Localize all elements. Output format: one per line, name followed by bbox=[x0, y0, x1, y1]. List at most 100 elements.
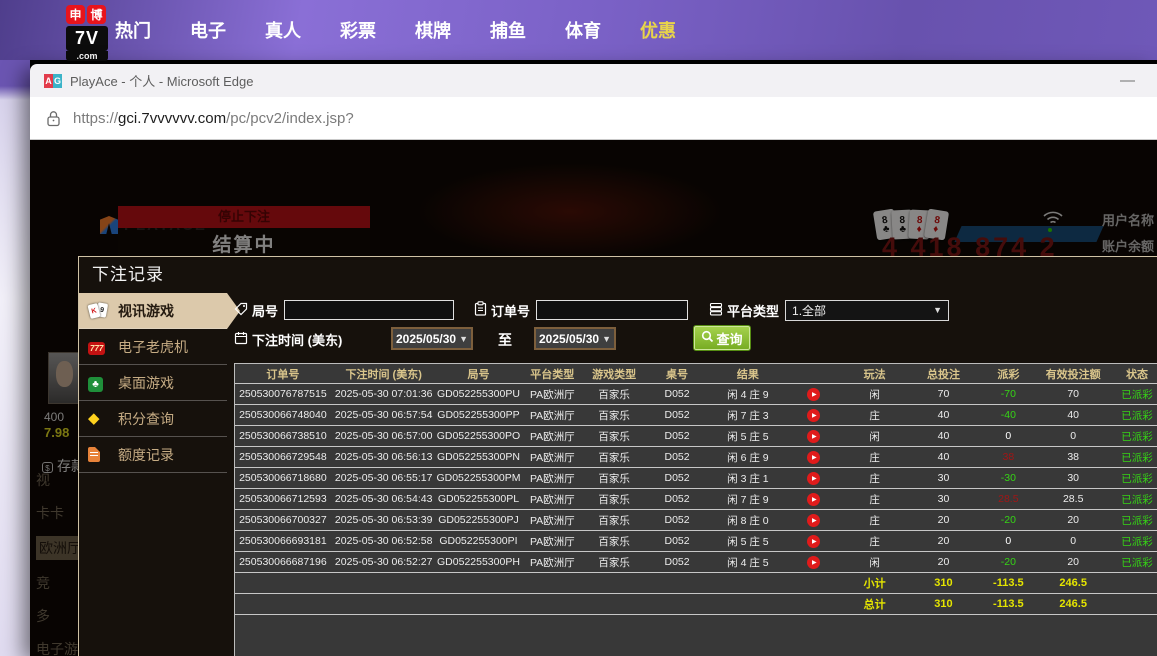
cell: PA欧洲厅 bbox=[520, 447, 584, 467]
cell bbox=[1109, 594, 1157, 614]
cell: 百家乐 bbox=[584, 510, 644, 530]
round-number-input[interactable] bbox=[284, 300, 454, 320]
cell-valid-bet: 30 bbox=[1037, 468, 1109, 488]
cell: GD052255300PH bbox=[437, 552, 521, 572]
cell-total-bet: 30 bbox=[908, 468, 980, 488]
replay-button[interactable]: ▶ bbox=[807, 472, 820, 485]
table-row: 2505300767875152025-05-30 07:01:36GD0522… bbox=[235, 384, 1157, 405]
replay-button[interactable]: ▶ bbox=[807, 388, 820, 401]
total-row-label: 总计 bbox=[842, 594, 908, 614]
cell: 闲 7 庄 9 bbox=[710, 489, 786, 509]
col-header-12: 状态 bbox=[1109, 364, 1157, 383]
cell-payout: -70 bbox=[979, 384, 1037, 404]
cell: 闲 5 庄 5 bbox=[710, 426, 786, 446]
cell: 2025-05-30 06:54:43 bbox=[331, 489, 437, 509]
cell bbox=[235, 573, 331, 593]
nav-item-live[interactable]: 真人 bbox=[265, 17, 301, 43]
cell-play: 闲 bbox=[842, 552, 908, 572]
window-titlebar[interactable]: A G PlayAce - 个人 - Microsoft Edge — bbox=[30, 64, 1157, 97]
cell: GD052255300PO bbox=[437, 426, 521, 446]
modal-tab-list: K9视讯游戏777电子老虎机♣桌面游戏◆积分查询额度记录 bbox=[79, 293, 227, 473]
cell-total-bet: 40 bbox=[908, 426, 980, 446]
cell: 250530066718680 bbox=[235, 468, 331, 488]
cell-payout: -30 bbox=[979, 468, 1037, 488]
cell-replay: ▶ bbox=[786, 489, 842, 509]
site-logo[interactable]: 申 博 7V .com bbox=[66, 5, 112, 61]
cell-total-bet: 70 bbox=[908, 384, 980, 404]
replay-button[interactable]: ▶ bbox=[807, 409, 820, 422]
tab-slot-machine[interactable]: 777电子老虎机 bbox=[79, 329, 227, 365]
status-badge: 已派彩 bbox=[1109, 405, 1157, 425]
to-label: 至 bbox=[498, 330, 512, 350]
cell-total-bet: 20 bbox=[908, 552, 980, 572]
table-row: 2505300667125932025-05-30 06:54:43GD0522… bbox=[235, 489, 1157, 510]
col-header-4: 游戏类型 bbox=[584, 364, 644, 383]
tab-label: 桌面游戏 bbox=[118, 373, 174, 393]
col-header-5: 桌号 bbox=[644, 364, 710, 383]
cell-play: 庄 bbox=[842, 489, 908, 509]
cell: 百家乐 bbox=[584, 468, 644, 488]
cell bbox=[437, 594, 521, 614]
cell bbox=[584, 594, 644, 614]
replay-button[interactable]: ▶ bbox=[807, 451, 820, 464]
replay-button[interactable]: ▶ bbox=[807, 535, 820, 548]
cell-play: 庄 bbox=[842, 405, 908, 425]
cell: 2025-05-30 06:52:58 bbox=[331, 531, 437, 551]
cell: 百家乐 bbox=[584, 384, 644, 404]
table-header-row: 订单号下注时间 (美东)局号平台类型游戏类型桌号结果玩法总投注派彩有效投注额状态 bbox=[235, 364, 1157, 384]
cell: 250530066738510 bbox=[235, 426, 331, 446]
cell-play: 庄 bbox=[842, 468, 908, 488]
cell-replay: ▶ bbox=[786, 384, 842, 404]
nav-item-sports[interactable]: 体育 bbox=[565, 17, 601, 43]
cell: GD052255300PM bbox=[437, 468, 521, 488]
url-text[interactable]: https://gci.7vvvvvv.com/pc/pcv2/index.js… bbox=[73, 110, 354, 127]
nav-item-electronic[interactable]: 电子 bbox=[190, 17, 226, 43]
platform-type-select[interactable]: 1.全部 ▼ bbox=[785, 300, 949, 321]
tab-label: 额度记录 bbox=[118, 445, 174, 465]
tab-points-query[interactable]: ◆积分查询 bbox=[79, 401, 227, 437]
desktop-background-strip bbox=[0, 60, 30, 656]
cell bbox=[710, 594, 786, 614]
table-row: 2505300667480402025-05-30 06:57:54GD0522… bbox=[235, 405, 1157, 426]
status-badge: 已派彩 bbox=[1109, 510, 1157, 530]
replay-button[interactable]: ▶ bbox=[807, 430, 820, 443]
nav-item-hot[interactable]: 热门 bbox=[115, 17, 151, 43]
chevron-down-icon: ▼ bbox=[933, 305, 942, 315]
replay-button[interactable]: ▶ bbox=[807, 493, 820, 506]
cell bbox=[235, 594, 331, 614]
replay-button[interactable]: ▶ bbox=[807, 514, 820, 527]
nav-item-board[interactable]: 棋牌 bbox=[415, 17, 451, 43]
subtotal-row-valid-bet: 246.5 bbox=[1037, 573, 1109, 593]
cell: 百家乐 bbox=[584, 552, 644, 572]
date-from-picker[interactable]: 2025/05/30 ▼ bbox=[391, 327, 473, 350]
cell: PA欧洲厅 bbox=[520, 510, 584, 530]
date-to-picker[interactable]: 2025/05/30 ▼ bbox=[534, 327, 616, 350]
nav-item-lottery[interactable]: 彩票 bbox=[340, 17, 376, 43]
cell: 2025-05-30 06:56:13 bbox=[331, 447, 437, 467]
replay-button[interactable]: ▶ bbox=[807, 556, 820, 569]
logo-square-2: 博 bbox=[87, 5, 106, 24]
round-number-label: 局号 bbox=[234, 301, 278, 320]
betting-records-modal: 下注记录 K9视讯游戏777电子老虎机♣桌面游戏◆积分查询额度记录 局号 订单号 bbox=[78, 256, 1157, 656]
search-button[interactable]: 查询 bbox=[693, 325, 751, 351]
cell-valid-bet: 0 bbox=[1037, 531, 1109, 551]
cell-total-bet: 30 bbox=[908, 489, 980, 509]
cell: GD052255300PI bbox=[437, 531, 521, 551]
cell-valid-bet: 28.5 bbox=[1037, 489, 1109, 509]
cell: 2025-05-30 06:53:39 bbox=[331, 510, 437, 530]
minimize-button[interactable]: — bbox=[1112, 72, 1143, 89]
tab-video-games[interactable]: K9视讯游戏 bbox=[79, 293, 227, 329]
tab-quota-records[interactable]: 额度记录 bbox=[79, 437, 227, 473]
address-bar[interactable]: https://gci.7vvvvvv.com/pc/pcv2/index.js… bbox=[30, 97, 1157, 140]
cell: 闲 6 庄 9 bbox=[710, 447, 786, 467]
tab-table-games[interactable]: ♣桌面游戏 bbox=[79, 365, 227, 401]
cell: 2025-05-30 07:01:36 bbox=[331, 384, 437, 404]
col-header-2: 局号 bbox=[437, 364, 521, 383]
order-number-input[interactable] bbox=[536, 300, 688, 320]
clipboard-icon bbox=[474, 301, 487, 319]
nav-item-promo[interactable]: 优惠 bbox=[640, 17, 676, 43]
cell-replay: ▶ bbox=[786, 552, 842, 572]
nav-item-fishing[interactable]: 捕鱼 bbox=[490, 17, 526, 43]
col-header-8: 玩法 bbox=[842, 364, 908, 383]
cell: D052 bbox=[644, 468, 710, 488]
